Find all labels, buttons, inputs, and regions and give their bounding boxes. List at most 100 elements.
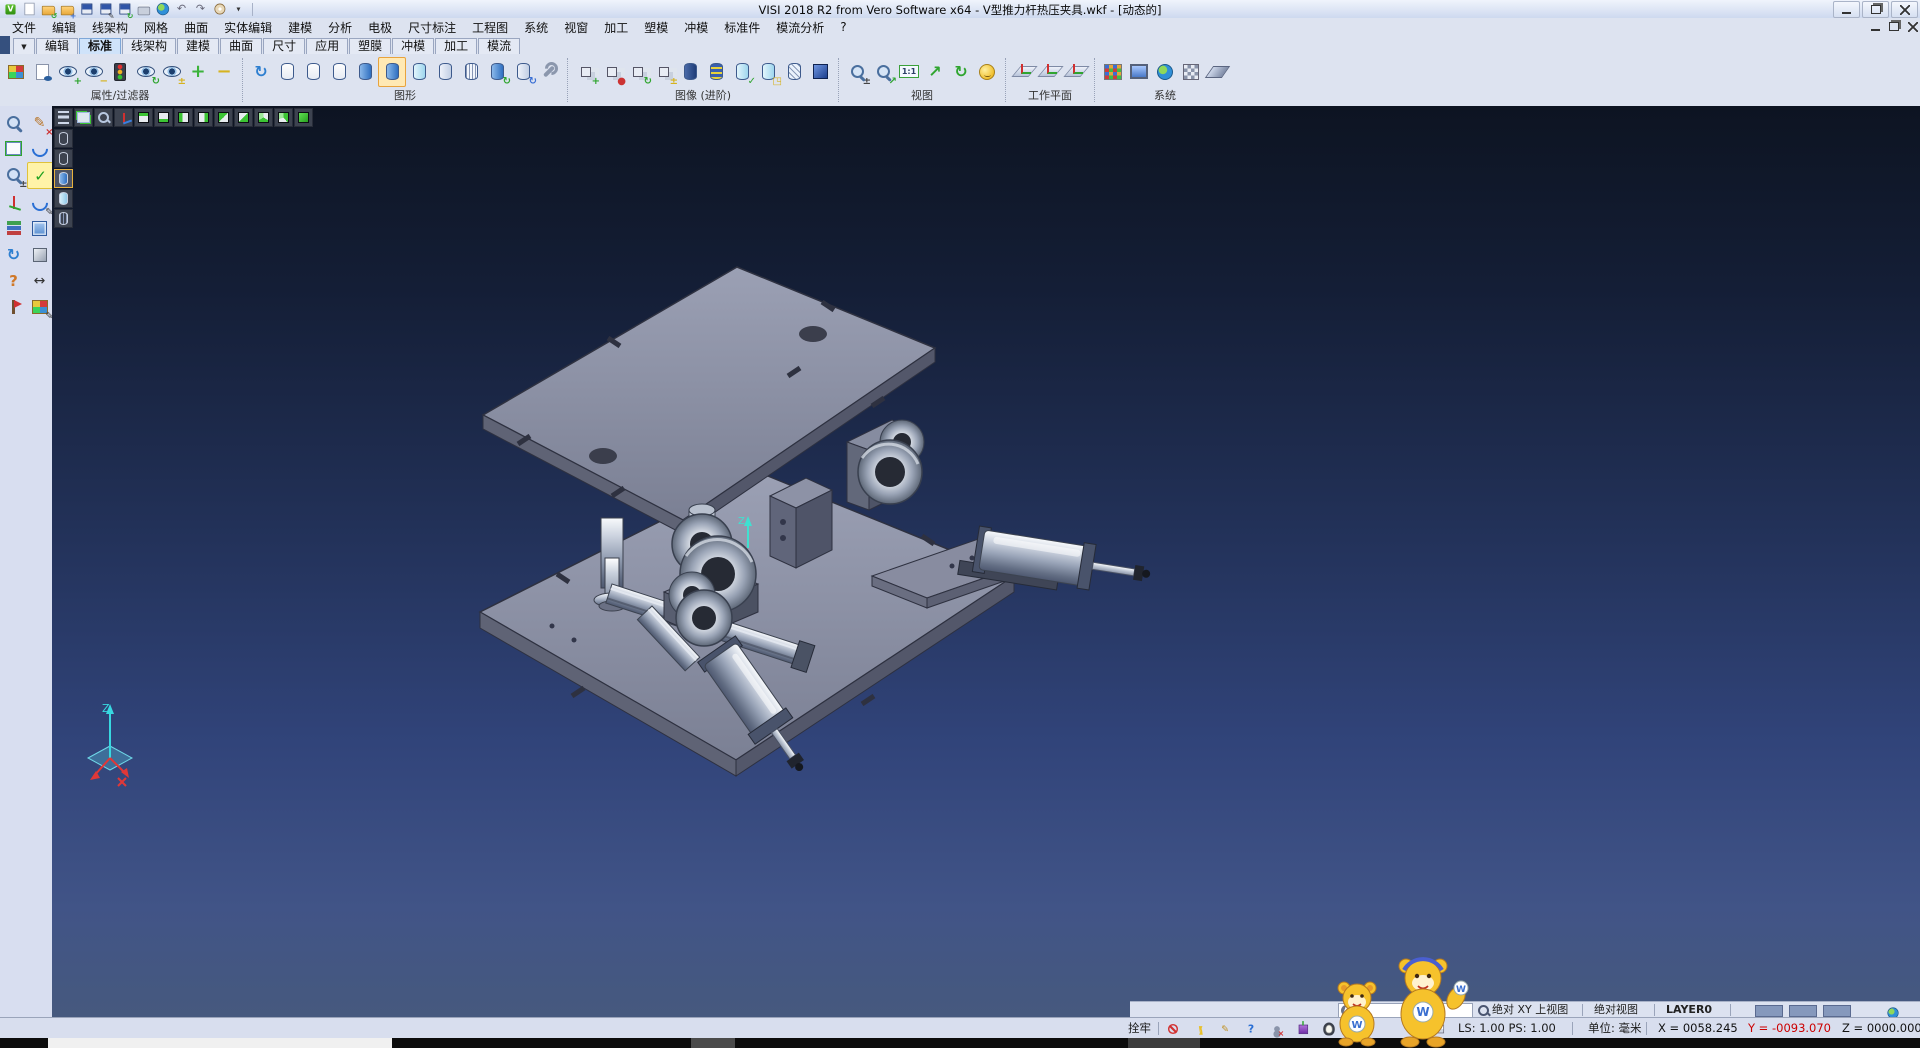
spline-edit-icon[interactable] — [27, 136, 52, 161]
show-entities-icon[interactable]: + — [55, 58, 81, 86]
translucent-display-icon[interactable] — [406, 58, 432, 86]
dashed-display-icon[interactable] — [326, 58, 352, 86]
3d-viewport[interactable]: Z — [52, 106, 1920, 1017]
save-icon[interactable] — [78, 1, 95, 17]
tab-dropdown-icon[interactable]: ▼ — [13, 38, 35, 54]
tab-mold[interactable]: 塑膜 — [349, 38, 391, 54]
tab-standard[interactable]: 标准 — [79, 38, 121, 54]
menu-window[interactable]: 视窗 — [556, 18, 596, 37]
view-bottom-icon[interactable] — [154, 108, 173, 127]
workplane-view-icon[interactable] — [1063, 58, 1089, 86]
display-settings-icon[interactable] — [536, 58, 562, 86]
system-globe-icon[interactable] — [1152, 58, 1178, 86]
taskbar-segment[interactable] — [691, 1038, 735, 1048]
refresh-visibility-icon[interactable]: ↻ — [133, 58, 159, 86]
bookmark-flag-icon[interactable] — [1, 294, 26, 319]
redraw-icon[interactable] — [248, 58, 274, 86]
view-back-icon[interactable] — [234, 108, 253, 127]
zoom-window-icon[interactable]: ± — [844, 58, 870, 86]
view-mode-label[interactable]: 绝对 XY 上视图 — [1492, 1003, 1568, 1017]
view-top-icon[interactable] — [134, 108, 153, 127]
mdi-minimize-button[interactable] — [1867, 20, 1883, 33]
active-layer-label[interactable]: LAYER0 — [1666, 1003, 1712, 1017]
menu-stamping[interactable]: 冲模 — [676, 18, 716, 37]
palette-save-icon[interactable]: ✎ — [27, 294, 52, 319]
confirm-check-icon[interactable]: ✓ — [27, 162, 54, 189]
zoom-icon[interactable] — [94, 108, 113, 127]
save-all-icon[interactable]: ↻ — [116, 1, 133, 17]
tab-wireframe[interactable]: 线架构 — [122, 38, 176, 54]
hidden-line-display-icon[interactable] — [300, 58, 326, 86]
snap-lock-label[interactable]: 拴牢 — [1128, 1021, 1151, 1036]
globe-icon[interactable] — [1882, 1002, 1904, 1016]
menu-surface[interactable]: 曲面 — [176, 18, 216, 37]
graphics-settings-icon[interactable] — [1126, 58, 1152, 86]
wireframe-display-icon[interactable] — [274, 58, 300, 86]
regenerate-icon[interactable] — [1, 242, 26, 267]
no-entry-icon[interactable] — [1164, 1020, 1182, 1037]
tab-stamping[interactable]: 冲模 — [392, 38, 434, 54]
workplane-xyz-icon[interactable] — [1011, 58, 1037, 86]
view-iso-2-icon[interactable] — [274, 108, 293, 127]
menu-mold[interactable]: 塑模 — [636, 18, 676, 37]
regen-solid-icon[interactable]: ↻ — [484, 58, 510, 86]
new-file-icon[interactable] — [21, 1, 38, 17]
workplane-geometry-icon[interactable] — [1037, 58, 1063, 86]
attribute-painter-icon[interactable] — [3, 58, 29, 86]
menu-solid-edit[interactable]: 实体编辑 — [216, 18, 280, 37]
zoom-1to1-icon[interactable] — [896, 58, 922, 86]
key-pencil-icon[interactable] — [1216, 1020, 1234, 1037]
color-swatch-1[interactable] — [1755, 1005, 1783, 1017]
attribute-books-icon[interactable] — [1, 216, 26, 241]
help-query-icon[interactable] — [1, 268, 26, 293]
color-table-icon[interactable] — [1100, 58, 1126, 86]
render-hatched-icon[interactable] — [54, 209, 73, 228]
texture-grid-icon[interactable] — [1178, 58, 1204, 86]
taskbar-segment[interactable] — [1128, 1038, 1200, 1048]
render-hidden-line-icon[interactable] — [54, 149, 73, 168]
restore-button[interactable] — [1862, 1, 1889, 18]
grid-window-icon[interactable] — [27, 216, 52, 241]
view-front-icon[interactable] — [214, 108, 233, 127]
striped-cylinder-icon[interactable] — [703, 58, 729, 86]
work-grid-icon[interactable] — [1204, 58, 1230, 86]
tab-machining[interactable]: 加工 — [435, 38, 477, 54]
copy-display-icon[interactable]: ↻ — [510, 58, 536, 86]
fit-view-icon[interactable] — [1, 136, 26, 161]
axis-orientation-icon[interactable] — [114, 108, 133, 127]
mdi-close-button[interactable] — [1905, 20, 1920, 33]
help-question-icon[interactable] — [1242, 1020, 1260, 1037]
menu-mesh[interactable]: 网格 — [136, 18, 176, 37]
mdi-restore-button[interactable] — [1886, 20, 1902, 33]
mesh-cylinder-icon[interactable] — [781, 58, 807, 86]
dynamic-pan-icon[interactable] — [922, 58, 948, 86]
print-icon[interactable] — [135, 1, 152, 17]
open-file-icon[interactable]: ↺ — [40, 1, 57, 17]
color-swatch-3[interactable] — [1823, 1005, 1851, 1017]
solids-add-icon[interactable]: + — [573, 58, 599, 86]
zoom-window-icon[interactable] — [1, 110, 26, 135]
minimize-button[interactable] — [1833, 1, 1860, 18]
view-shaded-icon[interactable] — [294, 108, 313, 127]
desktop-pet-mascot[interactable]: W W W — [1328, 948, 1483, 1048]
menu-standard-parts[interactable]: 标准件 — [716, 18, 768, 37]
menu-electrode[interactable]: 电极 — [360, 18, 400, 37]
hide-entities-icon[interactable]: − — [81, 58, 107, 86]
filter-traffic-light-icon[interactable] — [107, 58, 133, 86]
session-icon[interactable] — [211, 1, 228, 17]
tab-flow[interactable]: 模流 — [478, 38, 520, 54]
tab-apply[interactable]: 应用 — [306, 38, 348, 54]
wcs-axes-icon[interactable] — [1, 190, 26, 215]
menu-help[interactable]: ? — [832, 19, 854, 35]
menu-system[interactable]: 系统 — [516, 18, 556, 37]
show-by-attribute-icon[interactable] — [29, 58, 55, 86]
render-shaded-icon[interactable] — [54, 169, 73, 188]
view-left-icon[interactable] — [174, 108, 193, 127]
curve-pencil-icon[interactable]: ✎ — [27, 190, 52, 215]
redo-icon[interactable] — [192, 1, 209, 17]
viewport-menu-icon[interactable] — [54, 108, 73, 127]
menu-drawing[interactable]: 工程图 — [464, 18, 516, 37]
shaded-display-icon[interactable] — [352, 58, 378, 86]
shaded-solid-icon[interactable] — [807, 58, 833, 86]
color-swatch-2[interactable] — [1789, 1005, 1817, 1017]
